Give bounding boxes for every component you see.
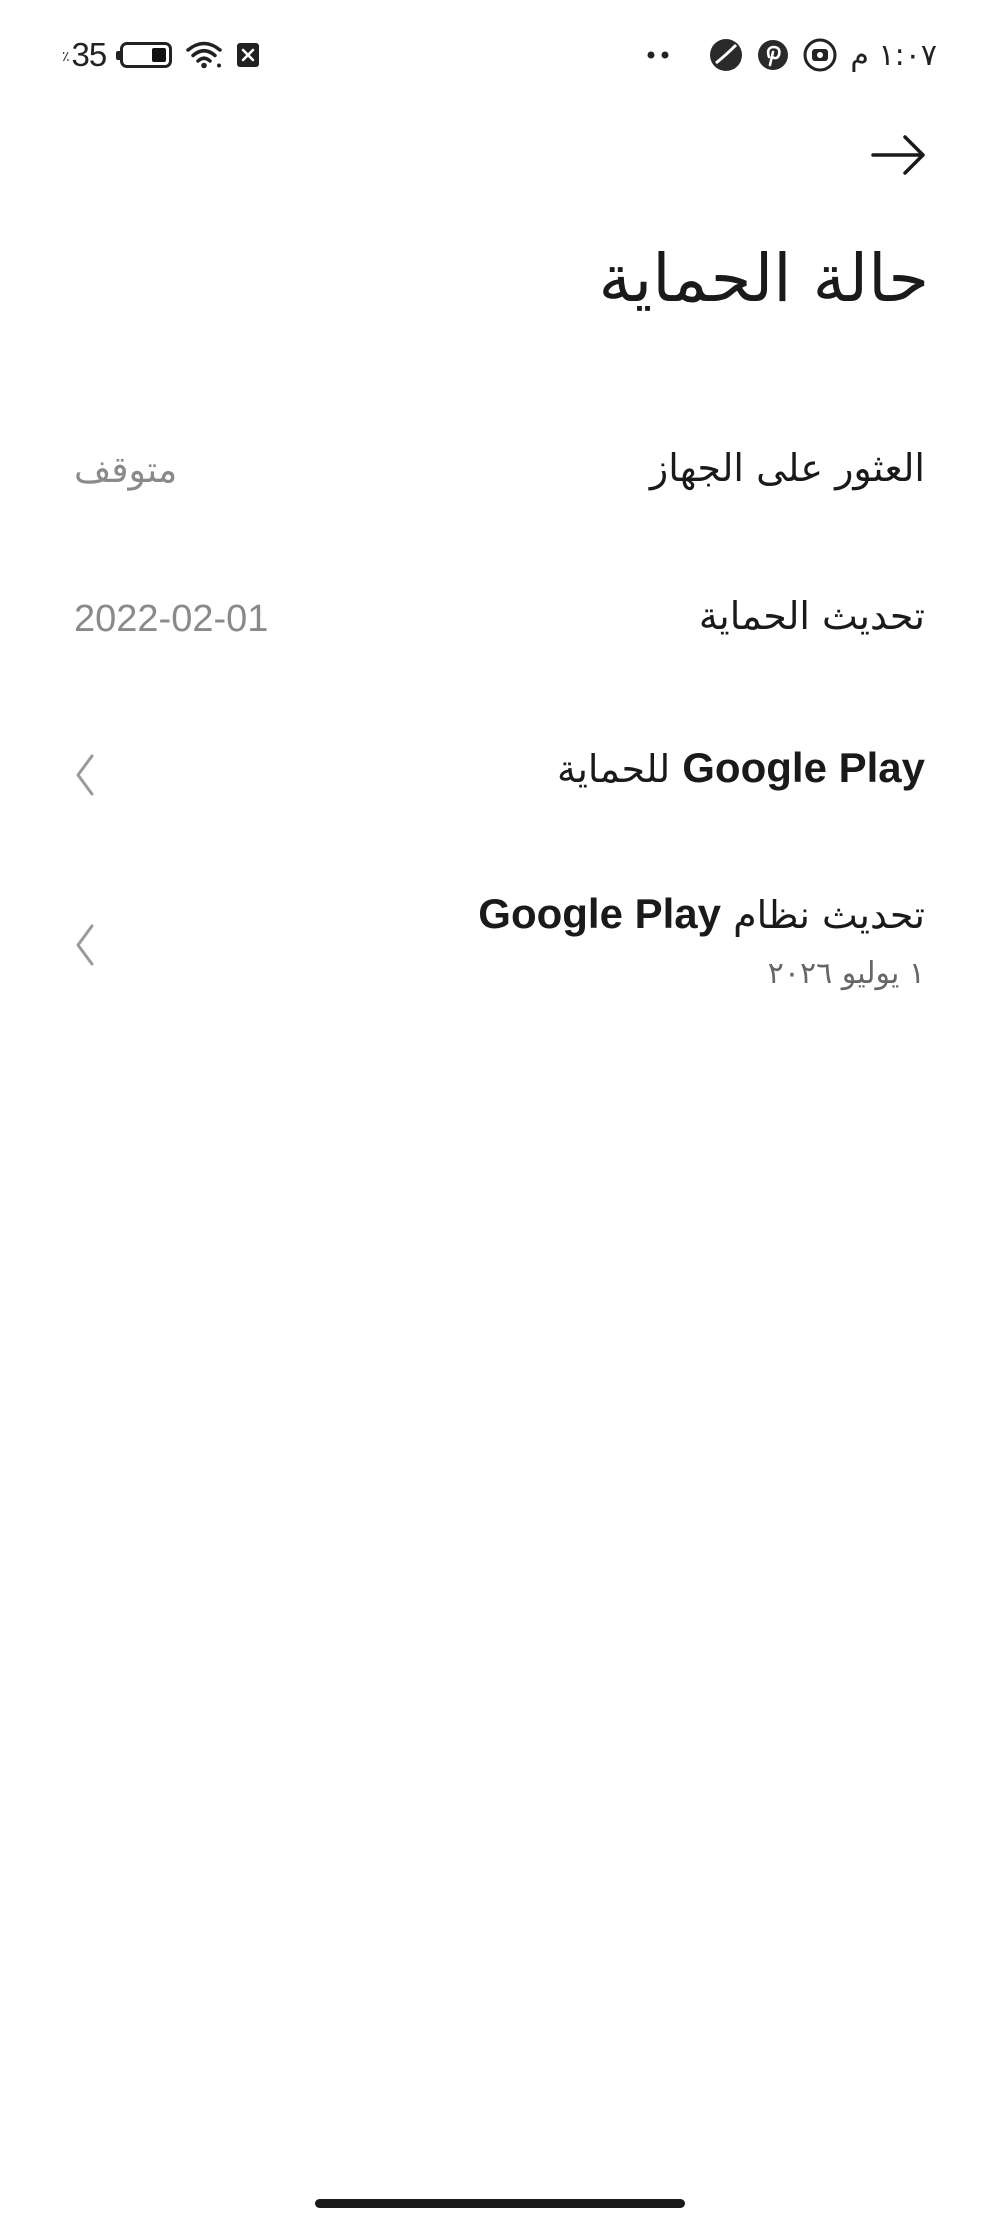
page-title: حالة الحماية (598, 240, 929, 317)
chevron-left-icon (76, 924, 94, 966)
row-security-update-value: 2022-02-01 (74, 598, 269, 640)
battery-icon (116, 42, 173, 68)
row-security-update-label: تحديث الحماية (698, 594, 925, 638)
row-find-device-label: العثور على الجهاز (649, 446, 925, 490)
row-google-play-system-update[interactable]: تحديث نظام Google Play ١ يوليو ٢٠٢٦ (0, 870, 999, 1010)
status-bar: ٪ 35 ١:٠٧ م (0, 0, 999, 110)
row-system-update-label: تحديث نظام Google Play (478, 890, 925, 937)
more-dots-icon (647, 51, 669, 59)
pinterest-icon (758, 40, 789, 70)
app-notification-icon (710, 39, 743, 71)
status-time: ١:٠٧ م (850, 37, 937, 73)
screen-record-icon (803, 38, 837, 72)
wifi-icon (186, 41, 222, 69)
sim-x-icon (237, 43, 260, 67)
home-indicator[interactable] (315, 2199, 685, 2208)
row-system-update-date: ١ يوليو ٢٠٢٦ (767, 956, 925, 991)
battery-level: ٪ 35 (62, 36, 107, 73)
status-bar-left: ٪ 35 (62, 30, 260, 80)
row-security-update[interactable]: تحديث الحماية 2022-02-01 (0, 580, 999, 680)
row-find-device[interactable]: العثور على الجهاز متوقف (0, 430, 999, 530)
row-find-device-value: متوقف (74, 450, 178, 491)
back-arrow-icon[interactable] (869, 130, 929, 180)
row-google-play-protect-label: Google Play للحماية (556, 744, 925, 791)
status-bar-right: ١:٠٧ م (646, 30, 937, 80)
row-google-play-protect[interactable]: Google Play للحماية (0, 730, 999, 830)
chevron-left-icon (76, 754, 94, 796)
